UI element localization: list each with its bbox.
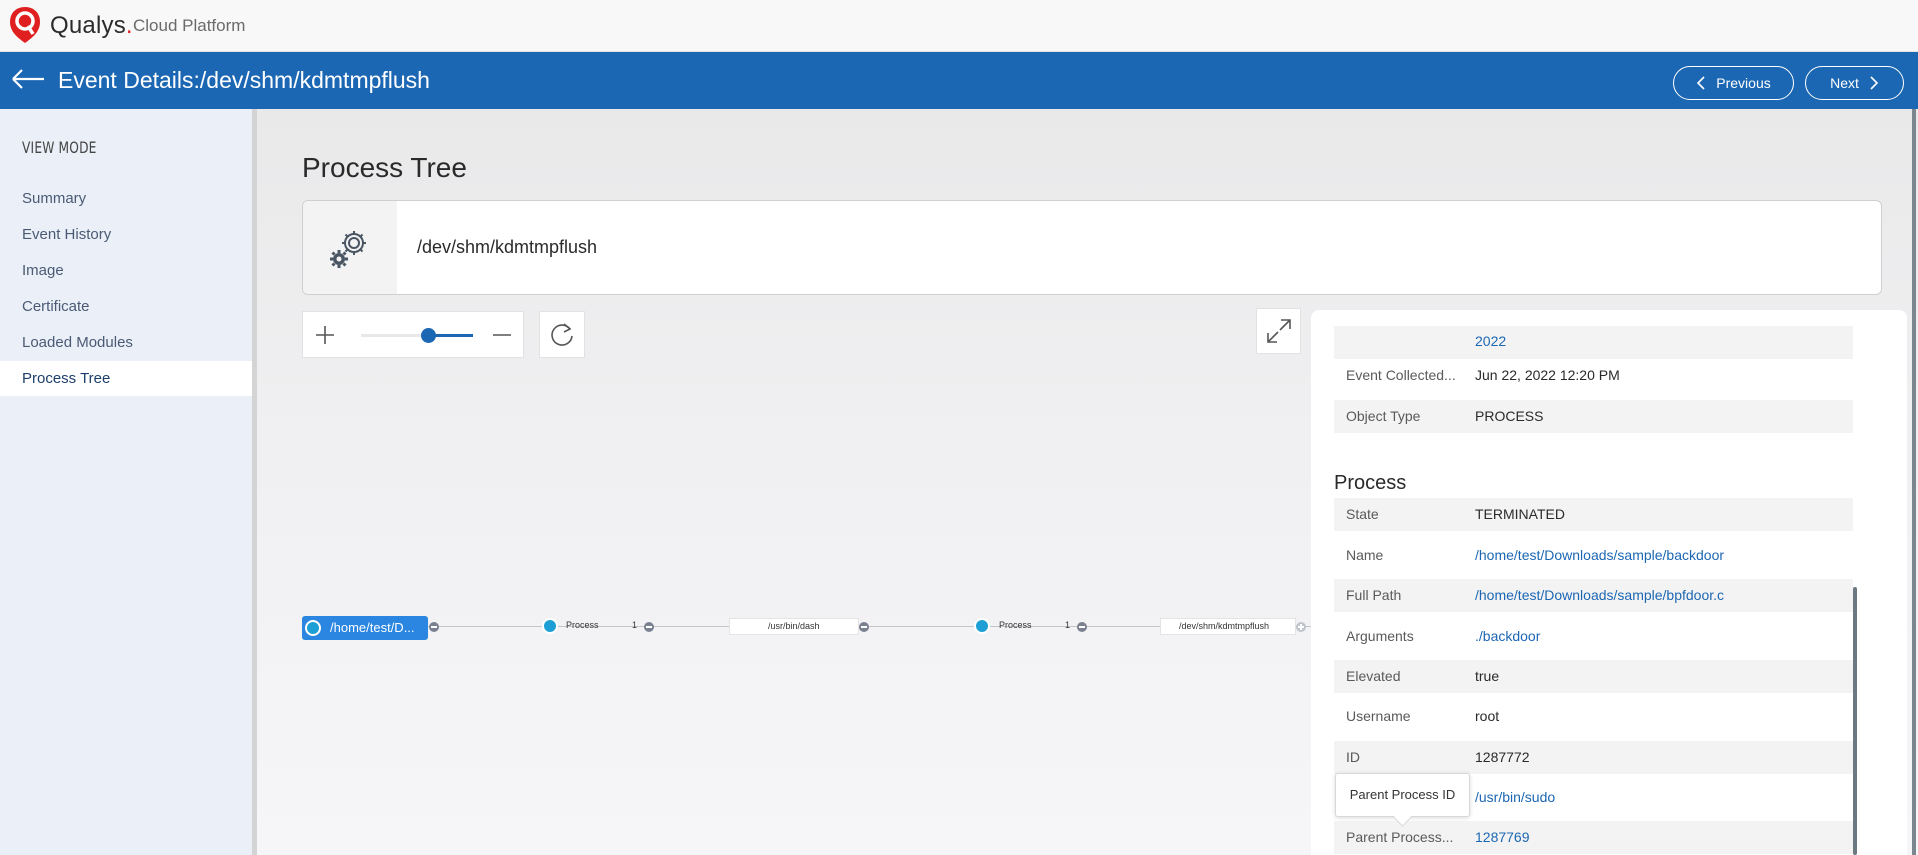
top-bar: Qualys. Cloud Platform	[0, 0, 1918, 52]
detail-row-id: ID 1287772	[1334, 741, 1853, 774]
sidebar-item-loaded-modules[interactable]: Loaded Modules	[0, 325, 252, 360]
detail-row: Event Collected... Jun 22, 2022 12:20 PM	[1334, 359, 1853, 392]
detail-label: Full Path	[1346, 587, 1402, 603]
detail-label: State	[1346, 506, 1379, 522]
collapse-icon[interactable]	[429, 622, 439, 632]
brand-name: Qualys.	[50, 12, 133, 39]
detail-value: PROCESS	[1475, 408, 1544, 424]
detail-label: Elevated	[1346, 668, 1401, 684]
refresh-button[interactable]	[539, 311, 585, 358]
qualys-logo-icon	[10, 7, 40, 43]
detail-value: 1287772	[1475, 749, 1530, 765]
detail-row-full-path: Full Path /home/test/Downloads/sample/bp…	[1334, 579, 1853, 612]
previous-button[interactable]: Previous	[1673, 66, 1794, 100]
sidebar-item-summary[interactable]: Summary	[0, 181, 252, 216]
zoom-slider[interactable]	[361, 328, 473, 343]
process-card: /dev/shm/kdmtmpflush	[302, 200, 1882, 295]
tree-root-node[interactable]: /home/test/D...	[302, 616, 428, 640]
detail-label: Name	[1346, 547, 1384, 563]
detail-value: root	[1475, 708, 1500, 724]
next-label: Next	[1830, 75, 1859, 91]
sidebar: VIEW MODE Summary Event History Image Ce…	[0, 109, 257, 855]
detail-label: Object Type	[1346, 408, 1421, 424]
sidebar-item-certificate[interactable]: Certificate	[0, 289, 252, 324]
zoom-control	[302, 311, 524, 358]
detail-value[interactable]: 1287769	[1475, 829, 1530, 845]
detail-row-parent-process-id: Parent Process... 1287769	[1334, 821, 1853, 854]
next-button[interactable]: Next	[1805, 66, 1904, 100]
back-arrow-icon[interactable]	[10, 64, 46, 94]
process-name: /dev/shm/kdmtmpflush	[417, 237, 598, 257]
detail-row: 2022	[1334, 326, 1853, 359]
gears-icon	[330, 230, 366, 268]
process-section-title: Process	[1334, 472, 1407, 494]
detail-label: Username	[1346, 708, 1411, 724]
refresh-icon	[551, 322, 573, 346]
gear-icon	[974, 618, 990, 634]
detail-value[interactable]: ./backdoor	[1475, 628, 1540, 644]
tree-node-count: 1	[632, 620, 638, 630]
detail-label: Parent Process...	[1346, 829, 1454, 845]
detail-row-elevated: Elevated true	[1334, 660, 1853, 693]
detail-value: TERMINATED	[1475, 506, 1565, 522]
previous-label: Previous	[1716, 75, 1771, 91]
detail-value[interactable]: 2022	[1475, 333, 1506, 349]
collapse-icon[interactable]	[859, 622, 869, 632]
detail-row-name: Name /home/test/Downloads/sample/backdoo…	[1334, 539, 1853, 572]
zoom-slider-thumb[interactable]	[421, 328, 436, 343]
detail-row-username: Username root	[1334, 700, 1853, 733]
gear-icon	[542, 618, 558, 634]
tree-root-label: /home/test/D...	[330, 620, 415, 635]
detail-value: true	[1475, 668, 1500, 684]
page-scrollbar[interactable]	[1912, 109, 1916, 855]
tree-node-count: 1	[1065, 620, 1071, 630]
detail-value[interactable]: /home/test/Downloads/sample/bpfdoor.c	[1475, 587, 1724, 603]
detail-label: Arguments	[1346, 628, 1414, 644]
detail-value: Jun 22, 2022 12:20 PM	[1475, 367, 1620, 383]
details-scrollbar[interactable]	[1853, 587, 1857, 855]
tree-node-label: Process	[566, 620, 599, 630]
zoom-in-icon[interactable]	[313, 323, 337, 347]
zoom-out-icon[interactable]	[490, 323, 514, 347]
detail-label: ID	[1346, 749, 1360, 765]
sidebar-item-process-tree[interactable]: Process Tree	[0, 361, 252, 396]
detail-row-arguments: Arguments ./backdoor	[1334, 620, 1853, 653]
view-mode-heading: VIEW MODE	[22, 138, 97, 157]
detail-row-state: State TERMINATED	[1334, 498, 1853, 531]
process-tree-graph: /home/test/D... Process 1 /usr/bin/dash …	[302, 611, 1322, 641]
expand-icon	[1266, 319, 1291, 343]
process-icon-box	[303, 201, 397, 294]
chevron-right-icon	[1870, 76, 1879, 90]
collapse-icon[interactable]	[644, 622, 654, 632]
tree-node-label: Process	[999, 620, 1032, 630]
page-title-header: Event Details:/dev/shm/kdmtmpflush	[58, 67, 430, 93]
page-header: Event Details:/dev/shm/kdmtmpflush Previ…	[0, 52, 1918, 109]
gear-icon	[305, 620, 321, 636]
page-title: Process Tree	[302, 152, 467, 183]
sidebar-item-image[interactable]: Image	[0, 253, 252, 288]
tree-node-dash[interactable]: /usr/bin/dash	[729, 618, 859, 635]
chevron-left-icon	[1697, 76, 1705, 90]
expand-button[interactable]	[1256, 308, 1301, 354]
detail-value[interactable]: /home/test/Downloads/sample/backdoor	[1475, 547, 1724, 563]
tree-node-kdmtmpflush[interactable]: /dev/shm/kdmtmpflush	[1160, 618, 1296, 635]
expand-node-icon[interactable]	[1296, 622, 1306, 632]
collapse-icon[interactable]	[1077, 622, 1087, 632]
detail-label: Event Collected...	[1346, 367, 1456, 383]
sidebar-item-event-history[interactable]: Event History	[0, 217, 252, 252]
detail-row: Object Type PROCESS	[1334, 400, 1853, 433]
brand-subtitle: Cloud Platform	[133, 16, 246, 35]
tooltip: Parent Process ID	[1335, 773, 1470, 817]
detail-value[interactable]: /usr/bin/sudo	[1475, 789, 1555, 805]
